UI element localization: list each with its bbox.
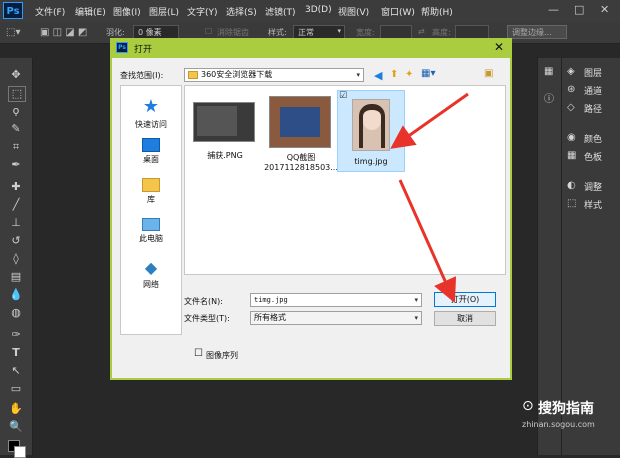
annotation-arrows — [390, 92, 469, 303]
watermark-url: zhinan.sogou.com — [522, 420, 595, 429]
arrow-to-file — [390, 92, 469, 149]
arrow-to-open-button — [398, 179, 457, 303]
watermark-text: 搜狗指南 — [538, 401, 594, 417]
sogou-logo-icon: ⊙ — [522, 398, 534, 414]
